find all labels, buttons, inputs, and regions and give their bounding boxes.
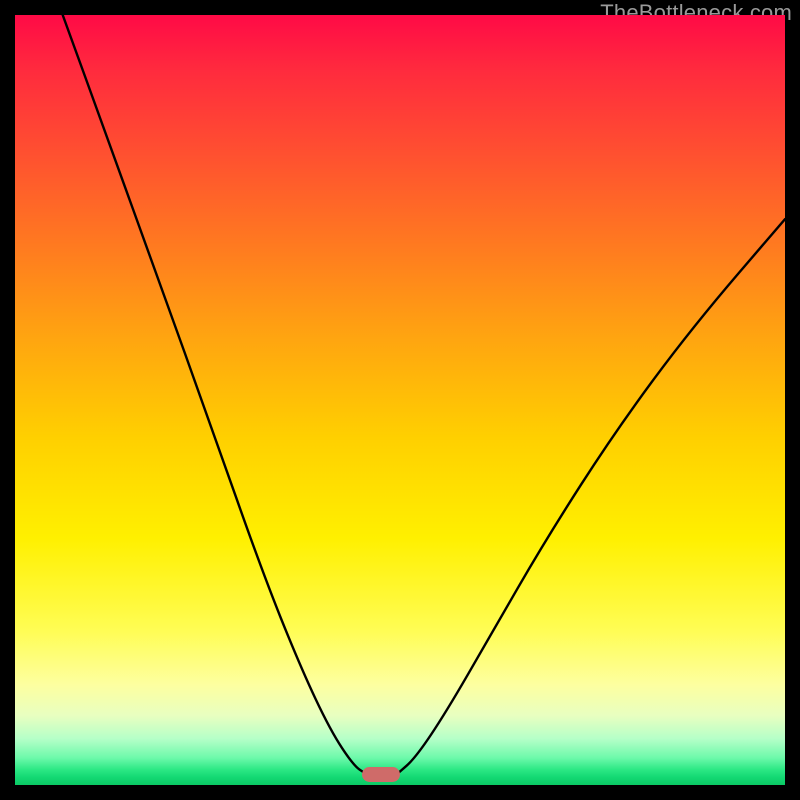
optimum-marker	[362, 767, 400, 782]
bottleneck-curve	[15, 15, 785, 785]
plot-area	[15, 15, 785, 785]
chart-stage: TheBottleneck.com	[0, 0, 800, 800]
